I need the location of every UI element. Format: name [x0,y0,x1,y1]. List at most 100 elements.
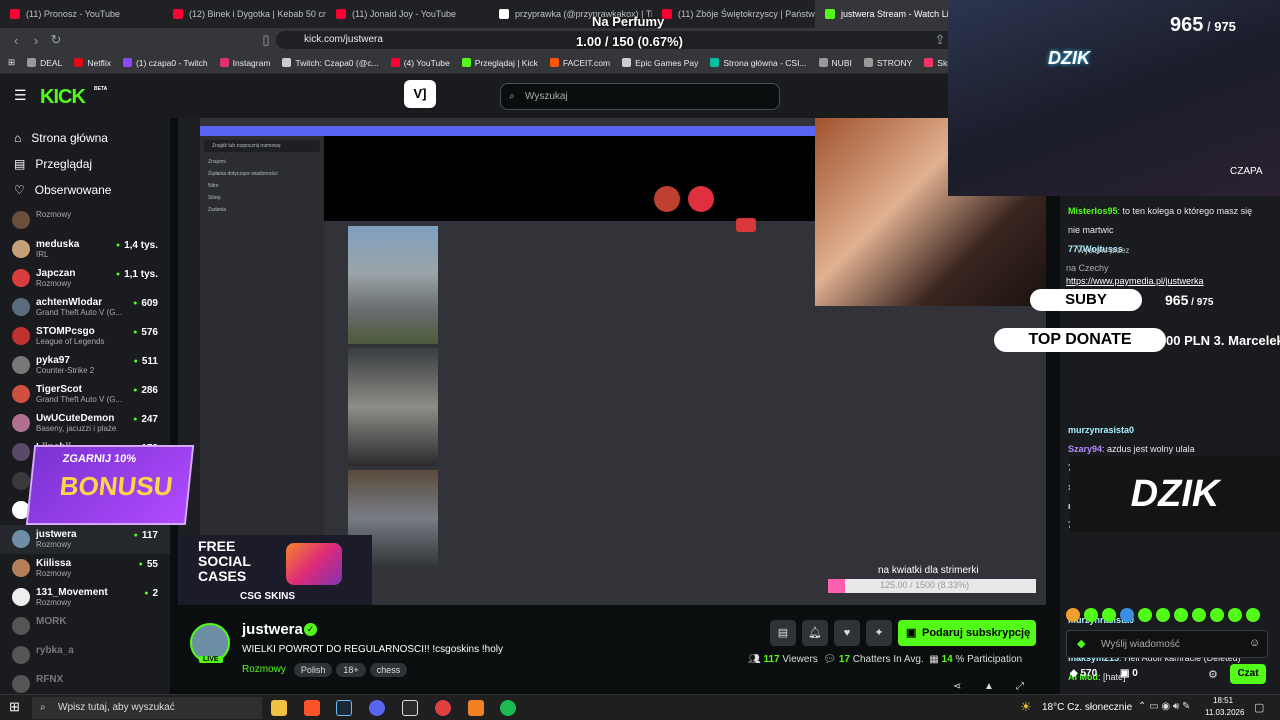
channel-item[interactable]: JapczanRozmowy1,1 tys. [0,264,170,293]
browse-icon: ▤ [14,157,26,171]
channel-item[interactable]: meduskaIRL1,4 tys. [0,235,170,264]
browser-tab[interactable]: (11) Zbóje Świętokrzyscy | Państwa M [652,0,815,28]
stream-category[interactable]: Rozmowy [242,664,286,675]
brave-icon[interactable] [304,700,320,716]
channel-item[interactable]: TigerScotGrand Theft Auto V (G...286 [0,380,170,409]
theater-icon[interactable]: ⤢ [1016,681,1024,692]
search-input[interactable]: ⌕ Wyszukaj [500,83,780,110]
clock-date[interactable]: 11.03.2026 [1205,708,1244,717]
bookmark-item[interactable]: FACEIT.com [549,58,610,68]
windows-start-icon[interactable]: ⊞ [9,699,20,715]
reload-icon[interactable]: ↻ [46,32,66,48]
spotify-icon[interactable] [500,700,516,716]
notify-button[interactable]: 🔔︎ [802,620,828,646]
browser-tab[interactable]: (11) Jonaid Joy - YouTube [326,0,489,28]
emote-icon[interactable] [1102,608,1116,622]
forward-icon[interactable]: › [26,33,46,48]
emote-icon[interactable] [1084,608,1098,622]
bookmark-item[interactable]: (1) czapa0 - Twitch [122,58,208,68]
stream-tag[interactable]: Polish [293,663,333,677]
bookmark-icon[interactable]: ▯ [256,32,276,48]
channel-item[interactable]: justweraRozmowy117 [0,525,170,554]
emote-icon[interactable] [1138,608,1152,622]
points-display[interactable]: ◆ 570 [1070,668,1097,679]
app-icon[interactable] [468,700,484,716]
nav-item[interactable]: ♡ Obserwowane [0,177,170,203]
chat-input[interactable]: ◆ Wyślij wiadomość ☺ [1066,630,1268,658]
epic-games-icon[interactable] [402,700,418,716]
chat-send-button[interactable]: Czat [1230,664,1266,684]
gift-sub-button[interactable]: ▣ Podaruj subskrypcję [898,620,1036,646]
channel-item[interactable]: rybka_a [0,641,170,670]
follow-button[interactable]: ♥ [834,620,860,646]
bookmark-icon [924,58,934,67]
share-icon[interactable]: ⇪ [930,32,950,48]
photo-car-front [348,226,438,344]
channel-viewers: 1,1 tys. [116,269,158,280]
share-icon[interactable]: ⋖ [953,681,961,692]
streamer-name[interactable]: justwera [242,621,303,638]
payment-link[interactable]: https://www.paymedia.pl/justwerka [1066,276,1204,286]
clip-button[interactable]: ▤ [770,620,796,646]
emote-icon[interactable] [1120,608,1134,622]
bookmark-item[interactable]: DEAL [27,58,62,68]
steam-icon[interactable] [336,700,352,716]
channel-item[interactable]: pyka97Counter-Strike 2511 [0,351,170,380]
channel-item[interactable]: KiilissaRozmowy55 [0,554,170,583]
discord-icon[interactable] [369,700,385,716]
chat-settings-icon[interactable]: ⚙ [1208,668,1218,681]
channel-item[interactable]: UwUCuteDemonBaseny, jacuzzi i plaże247 [0,409,170,438]
menu-icon[interactable]: ☰ [14,87,27,104]
video-player[interactable]: Znajdź lub rozpocznij rozmowę Znajomi Żąd… [178,118,1046,605]
chat-username[interactable]: Szary94 [1068,444,1102,454]
emote-icon[interactable] [1156,608,1170,622]
back-icon[interactable]: ‹ [6,33,26,48]
clock-time[interactable]: 18:51 [1213,696,1233,705]
file-explorer-icon[interactable] [271,700,287,716]
emote-icon[interactable] [1210,608,1224,622]
channel-item[interactable]: 131_MovementRozmowy2 [0,583,170,612]
bookmark-item[interactable]: Przeglądaj | Kick [461,58,538,68]
apps-icon[interactable]: ⊞ [8,57,15,68]
chat-username[interactable]: MisterIos95 [1068,206,1118,216]
bookmark-item[interactable]: Strona główna - CSI... [710,58,807,68]
bookmark-item[interactable]: NUBI [818,58,852,68]
browser-tab[interactable]: (12) Binek i Dygotka | Kebab 50 cm ( [163,0,326,28]
notifications-icon[interactable]: ▢ [1254,701,1264,714]
bookmark-item[interactable]: (4) YouTube [390,58,450,68]
tray-icons[interactable]: ⌃ ▭ ◉ 🔊︎ ✎ [1138,701,1190,712]
gifts-display[interactable]: ▣ 0 [1120,668,1138,679]
emote-icon[interactable] [1246,608,1260,622]
bookmark-item[interactable]: Twitch: Czapa0 (@c... [282,58,379,68]
sparkle-button[interactable]: ✦ [866,620,892,646]
chatters-icon: 💬︎ [823,654,837,665]
nav-item[interactable]: ⌂ Strona główna [0,125,170,151]
emote-icon[interactable] [1174,608,1188,622]
stream-tag[interactable]: 18+ [336,663,366,677]
channel-item[interactable]: achtenWlodarGrand Theft Auto V (G...609 [0,293,170,322]
emote-icon[interactable] [1066,608,1080,622]
chat-username[interactable]: murzynrasista0 [1068,425,1134,435]
taskbar-search[interactable]: ⌕ Wpisz tutaj, aby wyszukać [32,697,262,719]
emoji-icon[interactable]: ☺ [1249,637,1260,649]
emote-icon[interactable] [1228,608,1242,622]
bookmark-item[interactable]: Instagram [219,58,270,68]
bookmark-item[interactable]: Netflix [74,58,111,68]
bookmark-item[interactable]: STRONY [863,58,912,68]
channel-item[interactable]: RFNX [0,670,170,694]
channel-item[interactable]: MORK [0,612,170,641]
csgo-icon[interactable] [435,700,451,716]
channel-item[interactable]: Rozmowy [0,206,170,235]
nav-item[interactable]: ▤ Przeglądaj [0,151,170,177]
bookmark-item[interactable]: Epic Games Pay [622,58,698,68]
stream-tag[interactable]: chess [369,663,408,677]
weather-text[interactable]: 18°C Cz. słonecznie [1042,702,1132,713]
browser-tab[interactable]: (11) Pronosz - YouTube [0,0,163,28]
report-icon[interactable]: ▲ [984,681,994,692]
channel-item[interactable]: STOMPcsgoLeague of Legends576 [0,322,170,351]
app-logo-icon[interactable]: V] [404,80,436,108]
channel-avatar [12,385,30,403]
emote-icon[interactable] [1192,608,1206,622]
bookmark-icon [122,58,132,67]
kick-logo[interactable]: KICK [40,86,86,109]
